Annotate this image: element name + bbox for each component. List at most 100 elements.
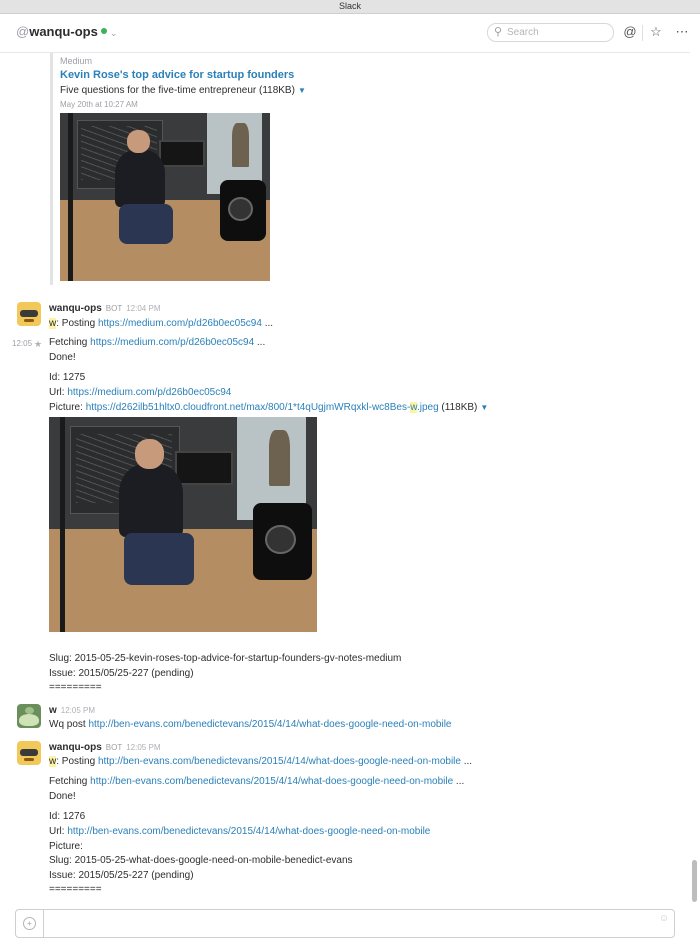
message-done: Done! [49, 352, 76, 363]
search-input[interactable] [507, 25, 607, 39]
star-icon[interactable]: ☆ [647, 23, 665, 41]
message-line: Wq post http://ben-evans.com/benedicteva… [49, 719, 451, 730]
message-url-line: Url: https://medium.com/p/d26b0ec05c94 [49, 387, 231, 398]
message-text: Fetching [49, 776, 91, 787]
message-text: : Posting [56, 756, 98, 767]
picture-link[interactable]: https://d262ilb51hltx0.cloudfront.net/ma… [86, 402, 439, 413]
photo-monitor [158, 139, 205, 168]
bot-badge: BOT [105, 743, 123, 752]
caret-down-icon[interactable]: ▼ [480, 403, 488, 412]
message-composer: + ☺ [15, 909, 675, 938]
search-box[interactable]: ⚲ [487, 23, 614, 42]
photo-head [127, 129, 151, 154]
author-name[interactable]: wanqu-ops [49, 742, 102, 753]
message-id: Id: 1276 [49, 811, 86, 822]
bot-avatar[interactable] [17, 302, 41, 326]
message-done: Done! [49, 791, 76, 802]
attachment-description: Five questions for the five-time entrepr… [60, 85, 306, 96]
channel-name-dropdown[interactable]: @wanqu-ops ⌄ [16, 24, 117, 39]
message-slug: Slug: 2015-05-25-kevin-roses-top-advice-… [49, 653, 402, 664]
message-slug: Slug: 2015-05-25-what-does-google-need-o… [49, 855, 353, 866]
message-separator: ========= [49, 884, 102, 892]
message-id: Id: 1275 [49, 372, 86, 383]
channel-name: wanqu-ops [29, 24, 98, 39]
photo-person [114, 149, 165, 208]
bot-badge: BOT [105, 304, 123, 313]
message-link[interactable]: https://medium.com/p/d26b0ec05c94 [90, 337, 254, 348]
message-ellipsis: ... [254, 337, 266, 348]
photo-person-back [232, 123, 249, 167]
message-picture-line: Picture: https://d262ilb51hltx0.cloudfro… [49, 402, 488, 413]
picture-link-ext: .jpeg [416, 402, 439, 413]
message-timestamp[interactable]: 12:05 PM [126, 743, 160, 752]
message-link[interactable]: http://ben-evans.com/benedictevans/2015/… [90, 776, 453, 787]
message-timestamp[interactable]: 12:04 PM [126, 304, 160, 313]
message-link[interactable]: http://ben-evans.com/benedictevans/2015/… [67, 826, 430, 837]
picture-link-text: https://d262ilb51hltx0.cloudfront.net/ma… [85, 402, 411, 413]
message-input[interactable] [50, 915, 640, 932]
more-icon[interactable]: ⋯ [673, 23, 691, 41]
caret-down-icon[interactable]: ▼ [298, 86, 306, 95]
message-ellipsis: ... [261, 318, 274, 329]
message-link[interactable]: http://ben-evans.com/benedictevans/2015/… [98, 756, 461, 767]
chevron-down-icon: ⌄ [109, 28, 118, 38]
photo-legs [118, 203, 174, 245]
message-url-line: Url: http://ben-evans.com/benedictevans/… [49, 826, 430, 837]
message-link[interactable]: https://medium.com/p/d26b0ec05c94 [98, 318, 262, 329]
photo-stand [59, 417, 66, 632]
message-ellipsis: ... [460, 756, 473, 767]
message-header: w 12:05 PM [49, 705, 95, 716]
message-picture-line: Picture: [49, 841, 83, 852]
author-name[interactable]: wanqu-ops [49, 303, 102, 314]
photo-legs [124, 533, 194, 585]
channel-prefix: @ [16, 24, 30, 39]
message-text: : Posting [56, 318, 98, 329]
photo-person-back [268, 429, 291, 486]
attachment-image[interactable] [60, 113, 270, 281]
search-icon: ⚲ [494, 26, 503, 38]
photo-lens [264, 524, 296, 555]
user-avatar[interactable] [17, 704, 41, 728]
window-title: Slack [0, 0, 700, 14]
attachment-description-text: Five questions for the five-time entrepr… [60, 85, 295, 96]
author-name[interactable]: w [49, 705, 57, 716]
photo-head [134, 438, 165, 469]
photo-stand [68, 113, 73, 281]
picture-size: (118KB) [438, 402, 478, 413]
photo-monitor [174, 451, 233, 486]
message-issue: Issue: 2015/05/25-227 (pending) [49, 870, 194, 881]
hover-timestamp[interactable]: 12:05 [12, 339, 32, 348]
message-text: Fetching [49, 337, 91, 348]
message-header: wanqu-ops BOT 12:05 PM [49, 742, 160, 753]
message-separator: ========= [49, 682, 102, 693]
upload-button[interactable]: + [16, 910, 44, 937]
message-ellipsis: ... [453, 776, 465, 787]
attachment-title-link[interactable]: Kevin Rose's top advice for startup foun… [60, 69, 294, 81]
picture-link-highlight: w [410, 402, 417, 413]
channel-header: @wanqu-ops⌄ ⚲ @ ☆ ⋯ [0, 14, 700, 53]
scrollbar-thumb[interactable] [692, 860, 697, 902]
bot-avatar[interactable] [17, 741, 41, 765]
message-line: w: Posting http://ben-evans.com/benedict… [49, 756, 472, 767]
at-icon[interactable]: @ [621, 23, 639, 41]
message-link[interactable]: https://medium.com/p/d26b0ec05c94 [67, 387, 231, 398]
url-label: Url: [49, 387, 68, 398]
message-line: Fetching http://ben-evans.com/benedictev… [49, 776, 464, 787]
attachment-date: May 20th at 10:27 AM [60, 100, 138, 109]
message-image[interactable] [49, 417, 317, 632]
emoji-icon[interactable]: ☺ [659, 913, 669, 924]
message-timestamp[interactable]: 12:05 PM [61, 706, 95, 715]
plus-icon: + [23, 917, 36, 930]
message-link[interactable]: http://ben-evans.com/benedictevans/2015/… [88, 719, 451, 730]
url-label: Url: [49, 826, 68, 837]
header-divider [642, 25, 643, 41]
message-text: Wq post [49, 719, 89, 730]
picture-label: Picture: [49, 402, 86, 413]
scrollbar-track[interactable] [690, 52, 700, 907]
attachment-border [50, 53, 53, 285]
message-line: w: Posting https://medium.com/p/d26b0ec0… [49, 318, 273, 329]
message-line: Fetching https://medium.com/p/d26b0ec05c… [49, 337, 265, 348]
presence-dot-icon [100, 28, 107, 34]
message-issue: Issue: 2015/05/25-227 (pending) [49, 668, 194, 679]
star-icon[interactable]: ★ [34, 339, 42, 350]
